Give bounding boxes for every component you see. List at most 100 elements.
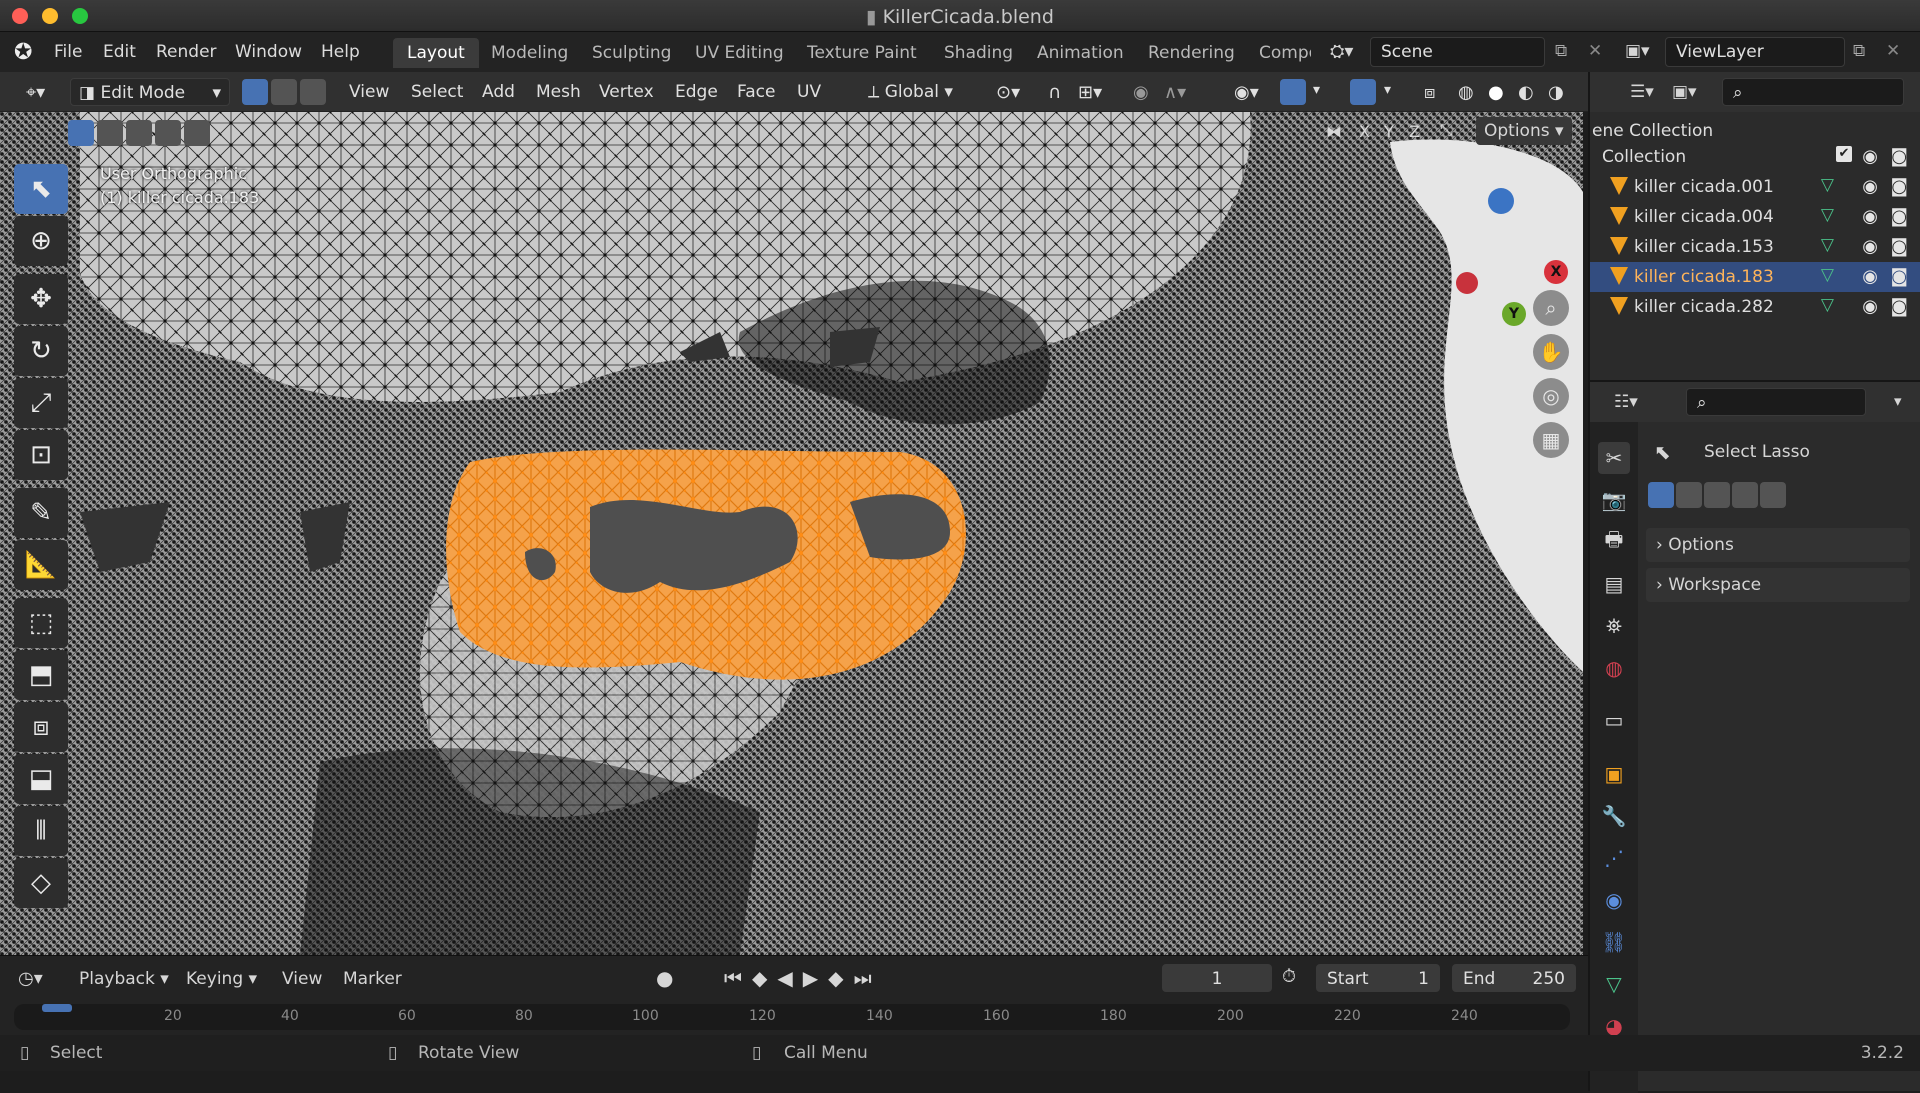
select-intersect-icon[interactable] (184, 120, 210, 146)
falloff-icon[interactable]: ∧▾ (1156, 78, 1194, 106)
tab-rendering[interactable]: Rendering (1134, 38, 1249, 68)
output-tab-icon[interactable]: 🖶 (1598, 526, 1630, 558)
object-tab-icon[interactable]: ▣ (1598, 758, 1630, 790)
pan-view-icon[interactable]: ✋ (1533, 334, 1569, 370)
material-shading-icon[interactable]: ◐ (1510, 78, 1542, 106)
rotate-tool-icon[interactable]: ↻ (14, 326, 68, 376)
blender-logo-icon[interactable]: ✪ (14, 40, 32, 65)
menu-add[interactable]: Add (482, 82, 515, 102)
tab-shading[interactable]: Shading (930, 38, 1027, 68)
mode-dropdown[interactable]: ◨ Edit Mode ▾ (70, 78, 230, 106)
viewlayer-icon[interactable]: ▣▾ (1625, 41, 1650, 61)
mesh-data-icon[interactable]: ▽ (1821, 265, 1834, 285)
display-mode-icon[interactable]: ▣▾ (1672, 82, 1697, 102)
tab-uv-editing[interactable]: UV Editing (681, 38, 798, 68)
y-axis-ball[interactable]: Y (1502, 302, 1526, 326)
menu-edit[interactable]: Edit (103, 42, 136, 62)
scene-icon[interactable]: ⛭▾ (1330, 41, 1353, 62)
options-panel-header[interactable]: › Options (1646, 528, 1910, 562)
camera-icon[interactable]: ◙ (1891, 176, 1908, 197)
edge-select-icon[interactable] (271, 79, 297, 105)
select-tool-icon[interactable]: ⬉ (14, 164, 68, 214)
zoom-view-icon[interactable]: ⌕ (1533, 290, 1569, 326)
measure-tool-icon[interactable]: 📐 (14, 540, 68, 590)
outliner-item[interactable]: killer cicada.001 ▽ ◉ ◙ (1590, 172, 1920, 202)
knife-tool-icon[interactable]: ◇ (14, 858, 68, 908)
mesh-data-icon[interactable]: ▽ (1821, 205, 1834, 225)
collection-tab-icon[interactable]: ▭ (1598, 704, 1630, 736)
camera-icon[interactable]: ◙ (1891, 206, 1908, 227)
options-dropdown[interactable]: Options ▾ (1476, 117, 1572, 145)
rendered-shading-icon[interactable]: ◑ (1540, 78, 1572, 106)
record-icon[interactable]: ● (656, 966, 673, 990)
properties-editor-icon[interactable]: ☷▾ (1614, 392, 1638, 412)
data-tab-icon[interactable]: ▽ (1598, 968, 1630, 1000)
3d-viewport[interactable]: User Orthographic (1) killer cicada.183 … (0, 112, 1583, 955)
select-extend-icon[interactable] (97, 120, 123, 146)
xray-icon[interactable]: ⧈ (1416, 78, 1443, 106)
end-frame-field[interactable]: End 250 (1452, 964, 1576, 992)
navigation-gizmo[interactable]: X Y (1440, 162, 1580, 326)
eye-icon[interactable]: ◉ (1862, 176, 1878, 197)
menu-help[interactable]: Help (321, 42, 360, 62)
eye-icon[interactable]: ◉ (1862, 296, 1878, 317)
eye-icon[interactable]: ◉ (1862, 266, 1878, 287)
snap-target-icon[interactable]: ⊞▾ (1070, 78, 1110, 106)
mesh-data-icon[interactable]: ▽ (1821, 295, 1834, 315)
tab-texture-paint[interactable]: Texture Paint (793, 38, 931, 68)
mesh-data-icon[interactable]: ▽ (1821, 235, 1834, 255)
mode-extend-icon[interactable] (1676, 482, 1702, 508)
proportional-edit-icon[interactable]: ◉ (1125, 78, 1157, 106)
tab-sculpting[interactable]: Sculpting (578, 38, 685, 68)
camera-icon[interactable]: ◙ (1891, 146, 1908, 167)
play-icon[interactable]: ▶ (803, 966, 828, 990)
mirror-x-toggle[interactable]: X (1359, 122, 1370, 141)
new-scene-icon[interactable]: ⧉ (1555, 41, 1567, 61)
menu-playback[interactable]: Playback ▾ (79, 969, 169, 989)
play-reverse-icon[interactable]: ◀ (777, 966, 802, 990)
current-frame-field[interactable]: 1 (1162, 964, 1272, 992)
camera-view-icon[interactable]: ◎ (1533, 378, 1569, 414)
playhead[interactable] (42, 1004, 72, 1012)
camera-icon[interactable]: ◙ (1891, 266, 1908, 287)
scale-tool-icon[interactable]: ⤢ (14, 378, 68, 428)
ortho-toggle-icon[interactable]: ▦ (1533, 422, 1569, 458)
modifier-tab-icon[interactable]: 🔧 (1598, 800, 1630, 832)
outliner-item[interactable]: killer cicada.004 ▽ ◉ ◙ (1590, 202, 1920, 232)
outliner-item[interactable]: killer cicada.153 ▽ ◉ ◙ (1590, 232, 1920, 262)
move-tool-icon[interactable]: ✥ (14, 274, 68, 324)
physics-tab-icon[interactable]: ◉ (1598, 884, 1630, 916)
mode-intersect-icon[interactable] (1760, 482, 1786, 508)
visibility-icon[interactable]: ◉▾ (1226, 78, 1267, 106)
constraints-tab-icon[interactable]: ⛓ (1598, 926, 1630, 958)
eye-icon[interactable]: ◉ (1862, 236, 1878, 257)
scene-tab-icon[interactable]: ⛯ (1598, 610, 1630, 642)
prev-keyframe-icon[interactable]: ◆ (752, 966, 777, 990)
outliner-item-selected[interactable]: killer cicada.183 ▽ ◉ ◙ (1590, 262, 1920, 292)
auto-merge-icon[interactable]: ⤡ (1440, 120, 1453, 140)
select-new-icon[interactable] (68, 120, 94, 146)
cursor-tool-icon[interactable]: ⊕ (14, 216, 68, 266)
start-frame-field[interactable]: Start 1 (1316, 964, 1440, 992)
next-keyframe-icon[interactable]: ◆ (828, 966, 853, 990)
new-viewlayer-icon[interactable]: ⧉ (1853, 41, 1865, 61)
bevel-tool-icon[interactable]: ⬓ (14, 754, 68, 804)
stopwatch-icon[interactable]: ⏱ (1282, 966, 1296, 987)
transform-tool-icon[interactable]: ⊡ (14, 430, 68, 480)
menu-timeline-view[interactable]: View (282, 969, 322, 989)
loop-cut-tool-icon[interactable]: ⫴ (14, 806, 68, 856)
delete-scene-icon[interactable]: ✕ (1588, 41, 1602, 61)
gizmo-toggle-icon[interactable] (1280, 79, 1306, 105)
overlays-toggle-icon[interactable] (1350, 79, 1376, 105)
mirror-icon[interactable]: ⧓ (1326, 122, 1342, 141)
outliner-editor-icon[interactable]: ☰▾ (1630, 82, 1654, 102)
menu-file[interactable]: File (54, 42, 82, 62)
menu-vertex[interactable]: Vertex (599, 82, 654, 102)
z-axis-ball[interactable] (1488, 188, 1514, 214)
tab-modeling[interactable]: Modeling (477, 38, 582, 68)
tab-compositing[interactable]: Compo (1245, 38, 1311, 68)
menu-render[interactable]: Render (156, 42, 217, 62)
particles-tab-icon[interactable]: ⋰ (1598, 842, 1630, 874)
neg-x-axis-ball[interactable] (1456, 272, 1478, 294)
view-layer-tab-icon[interactable]: ▤ (1598, 568, 1630, 600)
